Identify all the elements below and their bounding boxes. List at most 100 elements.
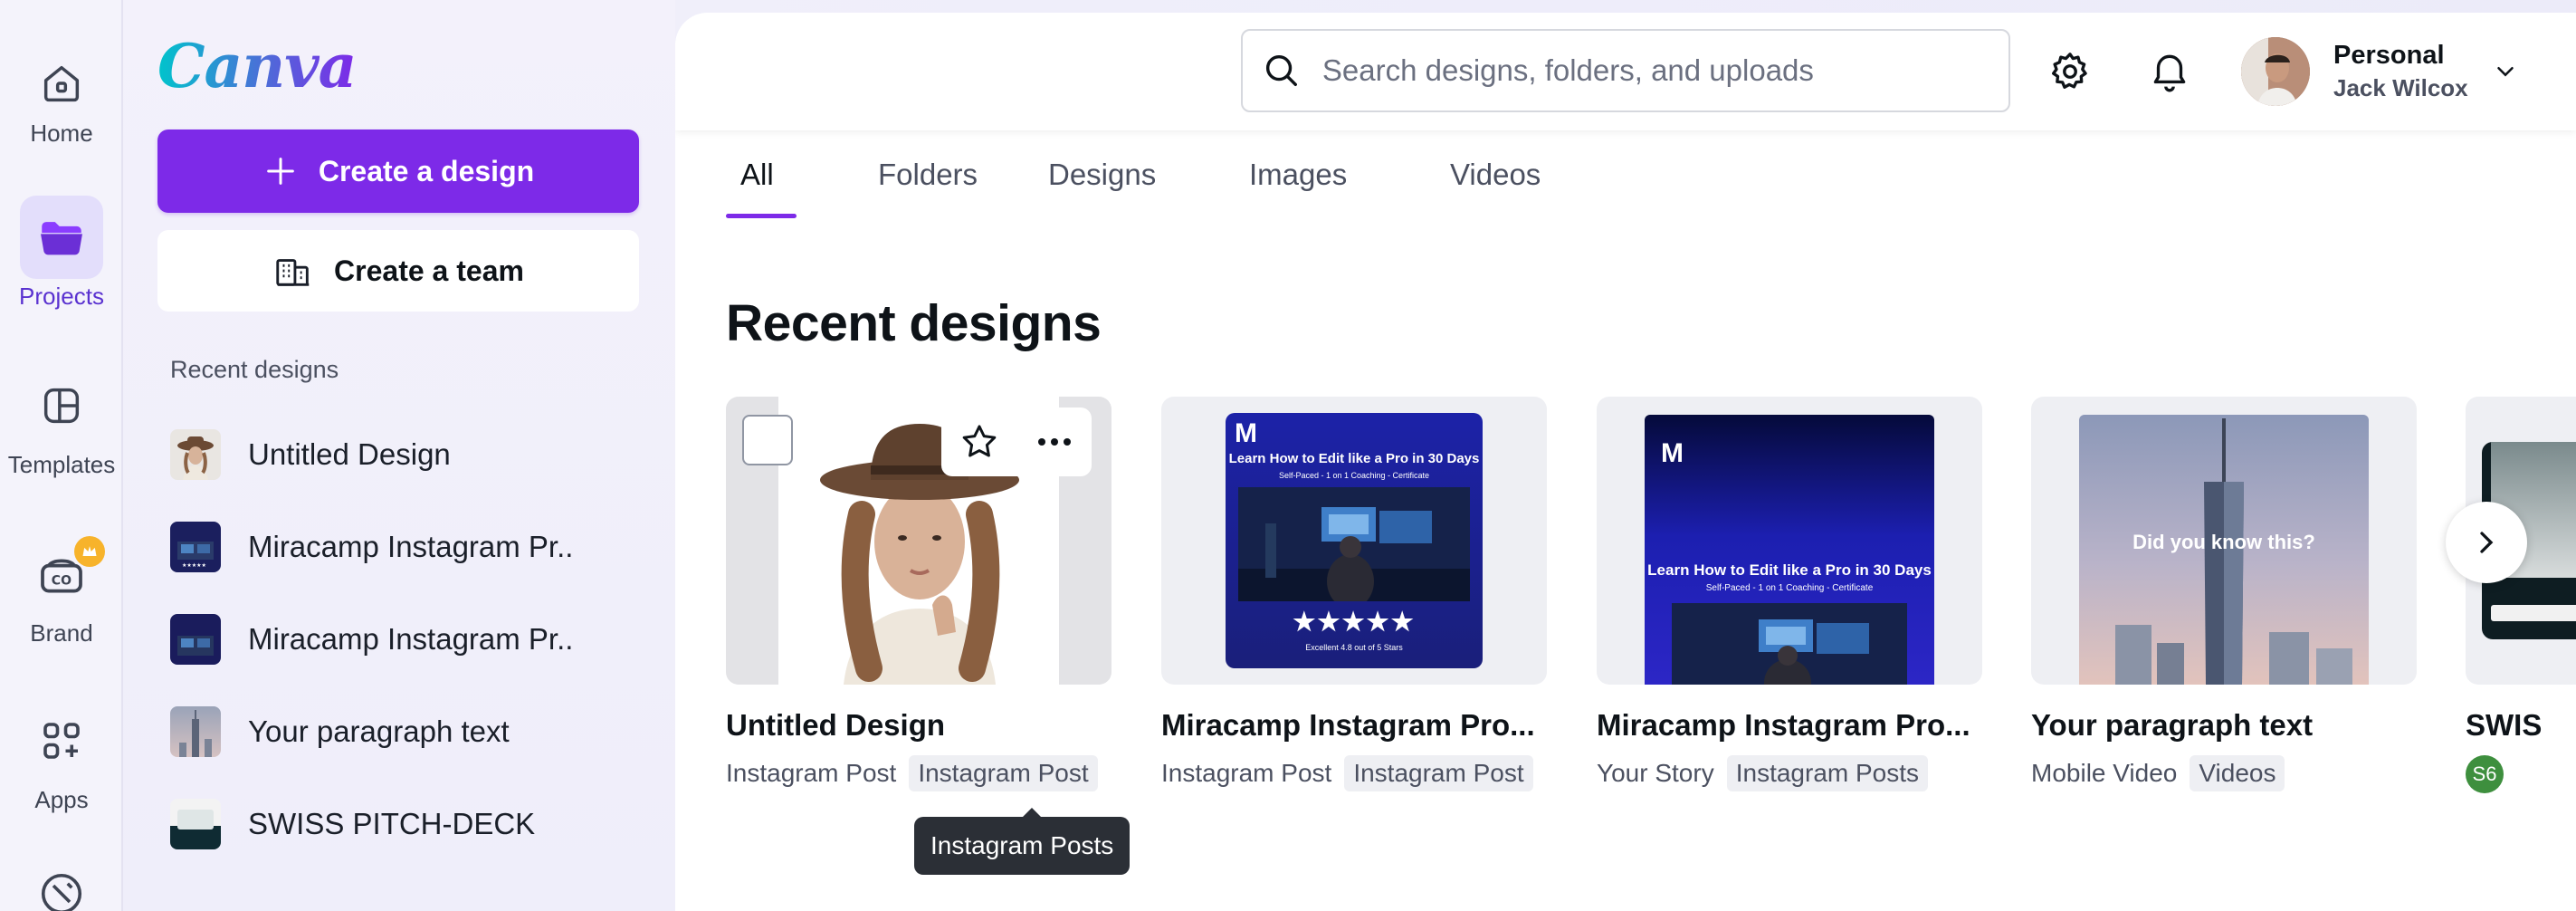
tab-videos[interactable]: Videos [1450,158,1541,230]
more-options-icon[interactable] [1033,420,1076,464]
design-title[interactable]: Miracamp Instagram Pro... [1597,708,1982,743]
folder-tag[interactable]: Instagram Post [909,755,1098,791]
bell-icon [2153,54,2186,92]
recent-item-label: Your paragraph text [248,714,510,748]
design-thumbnail[interactable]: M Learn How to Edit like a Pro in 30 Day… [1161,397,1547,685]
search-icon [1265,54,1297,87]
create-team-label: Create a team [334,254,524,287]
card-action-bar [941,408,1092,476]
carousel-next-button[interactable] [2446,502,2527,583]
create-design-button[interactable]: Create a design [157,129,639,213]
poster-preview: Did you know this? [2079,415,2369,685]
recent-item[interactable]: SWISS PITCH-DECK [170,788,650,860]
rail-item-brand[interactable]: CO Brand [0,532,123,686]
rail-item-apps[interactable]: Apps [0,699,123,853]
poster-logo: M [1661,438,1684,468]
create-design-label: Create a design [318,154,535,187]
top-bar: Personal Jack Wilcox [675,13,2576,130]
templates-icon [20,364,103,447]
design-card[interactable]: SWIS S6 [2466,397,2576,793]
poster-headline: Learn How to Edit like a Pro in 30 Days [1647,561,1932,579]
design-thumbnail[interactable] [726,397,1111,685]
design-thumbnail [170,706,221,757]
sidebar: Canva Create a design Create a team Rece… [123,0,675,911]
recent-item[interactable]: Your paragraph text [170,695,650,768]
recent-item[interactable]: ★★★★★ Miracamp Instagram Pr.. [170,511,650,583]
poster-subtitle: Self-Paced - 1 on 1 Coaching - Certifica… [1705,583,1874,593]
rail-label: Brand [30,619,93,647]
tab-folders[interactable]: Folders [878,158,978,230]
tab-images[interactable]: Images [1249,158,1347,230]
design-thumbnail [170,614,221,665]
recent-item[interactable]: Miracamp Instagram Pr.. [170,603,650,676]
create-team-button[interactable]: Create a team [157,230,639,312]
crown-icon [74,536,105,567]
design-type: Mobile Video [2031,759,2178,787]
design-thumbnail[interactable]: M Learn How to Edit like a Pro in 30 Day… [1597,397,1982,685]
design-card[interactable]: M Learn How to Edit like a Pro in 30 Day… [1161,397,1547,791]
recent-item-label: Miracamp Instagram Pr.. [248,530,574,563]
magic-icon [20,869,103,911]
folder-tag[interactable]: Instagram Posts [1726,755,1929,791]
design-type: Instagram Post [1161,759,1332,787]
avatar [2241,37,2310,106]
star-icon[interactable] [958,420,1001,464]
building-icon [276,259,310,286]
design-title[interactable]: SWIS [2466,708,2576,743]
design-thumbnail [170,429,221,480]
select-checkbox[interactable] [742,415,793,465]
recent-designs-heading: Recent designs [170,356,339,383]
design-thumbnail[interactable]: Did you know this? [2031,397,2417,685]
left-rail: Home Projects Templates CO Brand Apps [0,0,123,911]
design-card[interactable]: Did you know this? Your paragraph text M… [2031,397,2417,791]
recent-designs-title: Recent designs [726,294,1102,352]
design-title[interactable]: Your paragraph text [2031,708,2417,743]
design-title[interactable]: Untitled Design [726,708,1111,743]
design-card[interactable]: M Learn How to Edit like a Pro in 30 Day… [1597,397,1982,791]
recent-item[interactable]: Untitled Design [170,418,650,491]
folder-tag[interactable]: Videos [2190,755,2285,791]
settings-button[interactable] [2044,45,2096,98]
apps-icon [20,699,103,782]
design-title[interactable]: Miracamp Instagram Pro... [1161,708,1547,743]
search-bar[interactable] [1241,29,2010,112]
tooltip: Instagram Posts [914,808,1131,875]
folder-tag[interactable]: Instagram Post [1344,755,1533,791]
rail-label: Templates [7,451,116,478]
poster-preview: M Learn How to Edit like a Pro in 30 Day… [1645,415,1934,685]
poster-subtitle: Self-Paced - 1 on 1 Coaching - Certifica… [1278,471,1430,480]
main-panel: Personal Jack Wilcox All Folders Designs… [675,13,2576,911]
rail-item-templates[interactable]: Templates [0,364,123,518]
poster-stars: ★★★★★ [1293,608,1416,636]
design-type: Instagram Post [726,759,897,787]
poster-logo: M [1235,418,1257,448]
account-name: Personal [2333,41,2445,70]
canva-logo[interactable]: Canva [157,31,357,101]
recent-item-label: Untitled Design [248,437,451,471]
owner-avatar: S6 [2466,755,2504,793]
poster-rating: Excellent 4.8 out of 5 Stars [1305,643,1403,652]
notifications-button[interactable] [2143,45,2196,98]
chevron-down-icon [2496,67,2514,77]
search-input[interactable] [1321,53,2008,88]
rail-item-projects[interactable]: Projects [0,196,123,350]
home-icon [20,42,103,125]
tab-all[interactable]: All [740,158,774,230]
account-switcher[interactable]: Personal Jack Wilcox [2241,33,2540,110]
poster-headline: Did you know this? [2132,531,2315,553]
gear-icon [2052,53,2087,89]
poster-preview: M Learn How to Edit like a Pro in 30 Day… [1226,413,1483,668]
svg-text:★★★★★: ★★★★★ [182,562,206,569]
rail-item-more[interactable] [0,869,123,911]
design-type: Your Story [1597,759,1714,787]
brand-icon: CO [20,532,105,616]
rail-item-home[interactable]: Home [0,42,123,196]
rail-label: Apps [34,786,89,813]
account-user: Jack Wilcox [2333,74,2468,101]
tab-designs[interactable]: Designs [1048,158,1156,230]
svg-text:CO: CO [52,574,72,589]
poster-photo [1238,487,1470,601]
folder-icon [20,196,103,279]
design-card[interactable]: Untitled Design Instagram Post Instagram… [726,397,1111,791]
recent-item-label: Miracamp Instagram Pr.. [248,622,574,656]
